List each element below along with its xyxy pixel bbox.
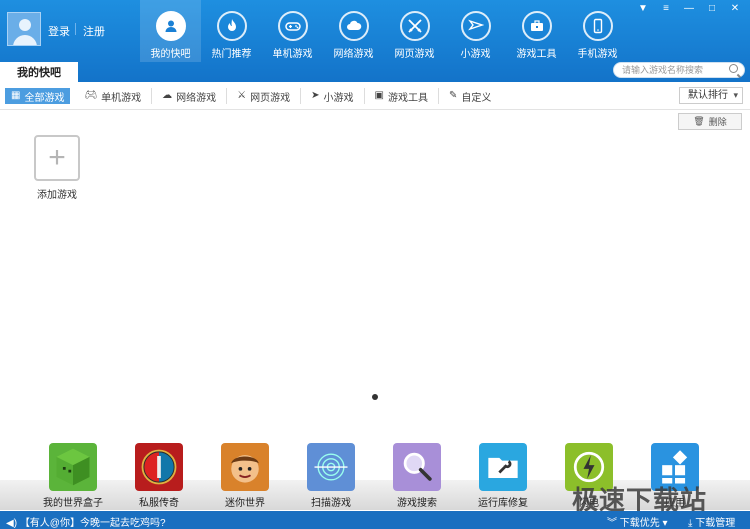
dock-label: 运行库修复 [478,498,528,509]
magnifier-icon [393,443,441,491]
add-game-button[interactable]: + [34,135,80,181]
filter-label: 网页游戏 [250,92,291,104]
nav-label: 网络游戏 [333,49,374,60]
filter-all[interactable]: ▦ 全部游戏 [5,88,71,104]
sort-select[interactable]: 默认排行 [679,87,743,104]
legend-icon [135,443,183,491]
minimize-icon[interactable]: — [682,3,696,14]
swords-icon [399,11,430,41]
nav-online[interactable]: 网络游戏 [323,0,384,62]
nav-label: 小游戏 [460,49,491,60]
filter-mini[interactable]: ➤ 小游戏 [301,88,365,104]
paper-plane-icon [460,11,491,41]
filter-label: 自定义 [461,92,492,104]
phone-icon [582,11,613,41]
filter-custom[interactable]: ✎ 自定义 [439,88,501,104]
double-chevron-icon: ︾ [607,518,617,529]
flame-icon [216,11,247,41]
delete-button[interactable]: 🗑︎ 删除 [678,113,742,130]
nav-label: 网页游戏 [394,49,435,60]
download-priority-label: 下载优先 [619,518,660,529]
window-controls: ▼ ≡ — □ ✕ [636,3,742,14]
divider [75,23,76,35]
dock-item-runtime-repair[interactable]: 运行库修复 [468,443,538,509]
gamepad-icon [277,11,308,41]
swords-icon: ⚔ [237,90,247,101]
dock-label: 私服传奇 [139,498,179,509]
filter-label: 网络游戏 [176,92,217,104]
nav-mobile[interactable]: 手机游戏 [567,0,628,62]
paper-plane-icon: ➤ [311,90,320,101]
download-icon: ⤓ [688,518,693,529]
toolbox-icon: ▣ [374,90,384,101]
filter-label: 小游戏 [323,92,354,104]
dock-label: 游戏搜索 [397,498,437,509]
cloud-icon: ☁ [162,90,173,101]
mini-world-icon [221,443,269,491]
filter-single-player[interactable]: 🎮︎ 单机游戏 [74,88,153,104]
nav-hot[interactable]: 热门推荐 [201,0,262,62]
pencil-icon: ✎ [448,90,458,101]
filter-web[interactable]: ⚔ 网页游戏 [227,88,302,104]
speaker-icon: ◀) [6,518,18,529]
nav-label: 手机游戏 [577,49,618,60]
dock-item-game-search[interactable]: 游戏搜索 [382,443,452,509]
search-placeholder: 请输入游戏名称搜索 [622,65,704,75]
status-bar: ◀) 【有人@你】今晚一起去吃鸡吗? ︾ 下载优先 ▾ ⤓ 下载管理 [0,511,750,529]
filter-label: 单机游戏 [101,92,142,104]
maximize-icon[interactable]: □ [705,3,719,14]
plus-icon: + [48,141,66,174]
notification-text: 【有人@你】今晚一起去吃鸡吗? [19,518,166,529]
close-icon[interactable]: ✕ [728,3,742,14]
add-game-label: 添加游戏 [37,190,77,201]
trash-icon: 🗑︎ [693,116,705,126]
page-indicator[interactable] [372,394,378,400]
toolbox-icon [521,11,552,41]
folder-wrench-icon [479,443,527,491]
radar-icon [307,443,355,491]
title-bar: 登录 注册 我的快吧 热门推荐 单机游戏 网络游戏 网页游戏 小游戏 游戏工具 … [0,0,750,82]
login-link[interactable]: 登录 [48,23,70,39]
grid-icon: ▦ [11,90,21,101]
filter-label: 全部游戏 [24,92,65,104]
filter-online[interactable]: ☁ 网络游戏 [152,88,228,104]
dock-item-scan-games[interactable]: 扫描游戏 [296,443,366,509]
main-nav: 我的快吧 热门推荐 单机游戏 网络游戏 网页游戏 小游戏 游戏工具 手机游戏 [140,0,628,62]
filter-label: 游戏工具 [387,92,428,104]
nav-single-player[interactable]: 单机游戏 [262,0,323,62]
tab-my-kuaiba[interactable]: 我的快吧 [0,62,78,82]
category-filters: ▦ 全部游戏 🎮︎ 单机游戏 ☁ 网络游戏 ⚔ 网页游戏 ➤ 小游戏 ▣ 游戏工… [5,88,501,104]
nav-tools[interactable]: 游戏工具 [506,0,567,62]
nav-label: 游戏工具 [516,49,557,60]
download-priority-button[interactable]: ︾ 下载优先 ▾ [607,514,668,529]
dock-label: 扫描游戏 [311,498,351,509]
delete-label: 删除 [708,117,727,127]
menu-icon[interactable]: ≡ [659,3,673,14]
notification-message[interactable]: ◀) 【有人@你】今晚一起去吃鸡吗? [6,514,166,529]
dock-item-mini-world[interactable]: 迷你世界 [210,443,280,509]
dock-label: 我的世界盒子 [43,498,103,509]
filter-bar: ▦ 全部游戏 🎮︎ 单机游戏 ☁ 网络游戏 ⚔ 网页游戏 ➤ 小游戏 ▣ 游戏工… [0,82,750,110]
minecraft-icon [49,443,97,491]
dock-item-private-legend[interactable]: 私服传奇 [124,443,194,509]
download-manager-button[interactable]: ⤓ 下载管理 [688,514,735,529]
skin-icon[interactable]: ▼ [636,3,650,14]
nav-label: 我的快吧 [150,49,191,60]
nav-label: 单机游戏 [272,49,313,60]
cloud-icon [338,11,369,41]
nav-label: 热门推荐 [211,49,252,60]
user-icon [155,11,186,41]
search-input[interactable]: 请输入游戏名称搜索 [613,62,745,78]
avatar[interactable] [7,12,41,46]
dock-label: 迷你世界 [225,498,265,509]
gamepad-icon: 🎮︎ [84,90,98,101]
search-icon[interactable] [729,64,738,73]
nav-web-games[interactable]: 网页游戏 [384,0,445,62]
filter-tools[interactable]: ▣ 游戏工具 [365,88,439,104]
dock-item-minecraft-box[interactable]: 我的世界盒子 [38,443,108,509]
download-manager-label: 下载管理 [695,518,736,529]
nav-my-kuaiba[interactable]: 我的快吧 [140,0,201,62]
nav-mini-games[interactable]: 小游戏 [445,0,506,62]
register-link[interactable]: 注册 [83,23,105,39]
